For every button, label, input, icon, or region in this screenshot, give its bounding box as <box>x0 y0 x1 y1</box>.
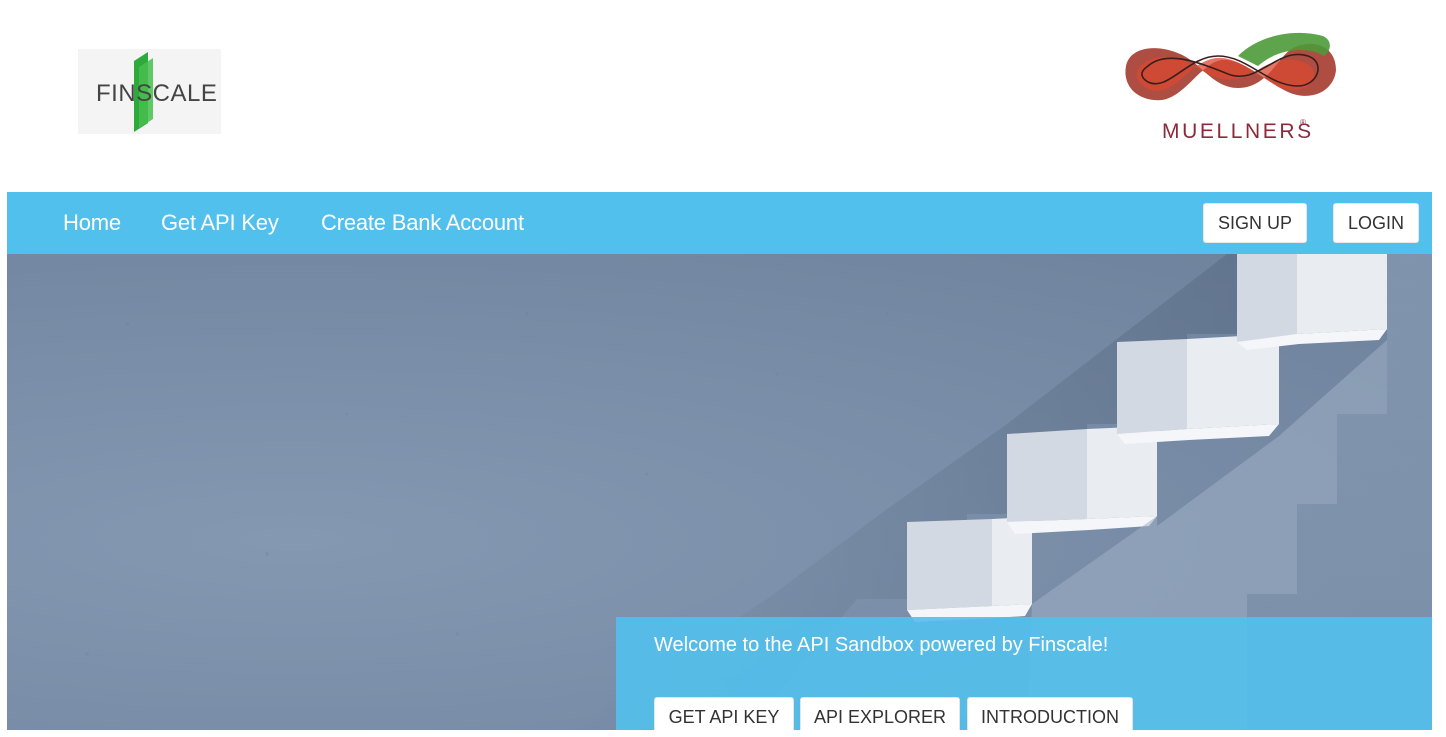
nav-home-link[interactable]: Home <box>63 210 121 236</box>
introduction-button[interactable]: INTRODUCTION <box>967 697 1133 730</box>
muellners-infinity-icon <box>1125 32 1336 101</box>
main-navbar: Home Get API Key Create Bank Account SIG… <box>7 192 1432 254</box>
muellners-logo[interactable]: MUELLNERS ® <box>1118 26 1340 148</box>
finscale-logo[interactable]: FINSCALE <box>78 49 221 134</box>
api-explorer-button[interactable]: API EXPLORER <box>800 697 960 730</box>
nav-get-api-key-link[interactable]: Get API Key <box>161 210 279 236</box>
welcome-panel: Welcome to the API Sandbox powered by Fi… <box>616 617 1432 730</box>
nav-create-bank-account-link[interactable]: Create Bank Account <box>321 210 524 236</box>
login-button[interactable]: LOGIN <box>1333 203 1419 243</box>
signup-button[interactable]: SIGN UP <box>1203 203 1307 243</box>
muellners-logo-text: MUELLNERS <box>1162 120 1314 143</box>
welcome-message: Welcome to the API Sandbox powered by Fi… <box>654 634 1109 656</box>
finscale-logo-text: FINSCALE <box>96 80 218 107</box>
get-api-key-button[interactable]: GET API KEY <box>654 697 794 730</box>
hero-banner: Welcome to the API Sandbox powered by Fi… <box>7 254 1432 730</box>
muellners-registered-mark: ® <box>1300 118 1306 127</box>
site-header: FINSCALE MUELLNERS ® <box>0 0 1446 192</box>
